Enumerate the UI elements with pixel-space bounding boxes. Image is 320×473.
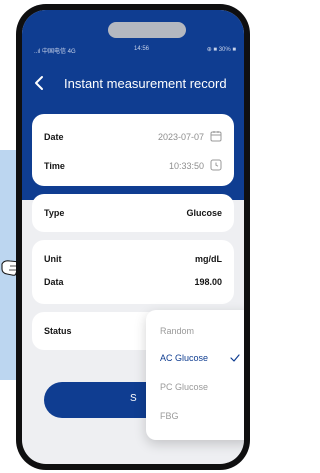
carrier-signal: ..ıl 中国电信 4G <box>34 49 76 55</box>
date-label: Date <box>44 132 64 142</box>
unit-data-card: Unit mg/dL Data 198.00 <box>32 240 234 304</box>
save-button-label: S <box>130 393 137 404</box>
status-dropdown[interactable]: Random AC Glucose PC Glucose FBG <box>146 310 244 440</box>
page-title: Instant measurement record <box>64 76 227 91</box>
phone-notch <box>108 22 186 38</box>
check-icon <box>230 354 240 362</box>
dropdown-option-fbg[interactable]: FBG <box>146 403 244 429</box>
time-value[interactable]: 10:33:50 <box>169 161 204 171</box>
date-time-card: Date 2023-07-07 Time 10:33:50 <box>32 114 234 186</box>
clock-icon[interactable] <box>210 159 222 171</box>
dropdown-option-pc-glucose[interactable]: PC Glucose <box>146 374 244 400</box>
dropdown-option-random[interactable]: Random <box>146 318 244 344</box>
calendar-icon[interactable] <box>210 130 222 142</box>
back-arrow-icon[interactable] <box>32 74 48 92</box>
data-value[interactable]: 198.00 <box>194 277 222 287</box>
type-label: Type <box>44 208 65 218</box>
phone-frame: ..ıl 中国电信 4G 14:56 ⊕ ■ 30% ■ Instant mea… <box>16 4 250 470</box>
unit-value[interactable]: mg/dL <box>195 254 222 264</box>
type-value[interactable]: Glucose <box>186 208 222 218</box>
unit-label: Unit <box>44 254 62 264</box>
status-label: Status <box>44 326 72 336</box>
dropdown-option-ac-glucose[interactable]: AC Glucose <box>146 345 244 371</box>
time-label: Time <box>44 161 65 171</box>
type-card: Type Glucose <box>32 194 234 232</box>
data-label: Data <box>44 277 64 287</box>
app-header: Instant measurement record <box>22 72 244 96</box>
phone-screen: ..ıl 中国电信 4G 14:56 ⊕ ■ 30% ■ Instant mea… <box>22 10 244 464</box>
date-value[interactable]: 2023-07-07 <box>158 132 204 142</box>
status-time: 14:56 <box>134 46 150 52</box>
battery-status: ⊕ ■ 30% ■ <box>206 47 236 53</box>
status-bar: ..ıl 中国电信 4G 14:56 ⊕ ■ 30% ■ <box>22 44 244 56</box>
